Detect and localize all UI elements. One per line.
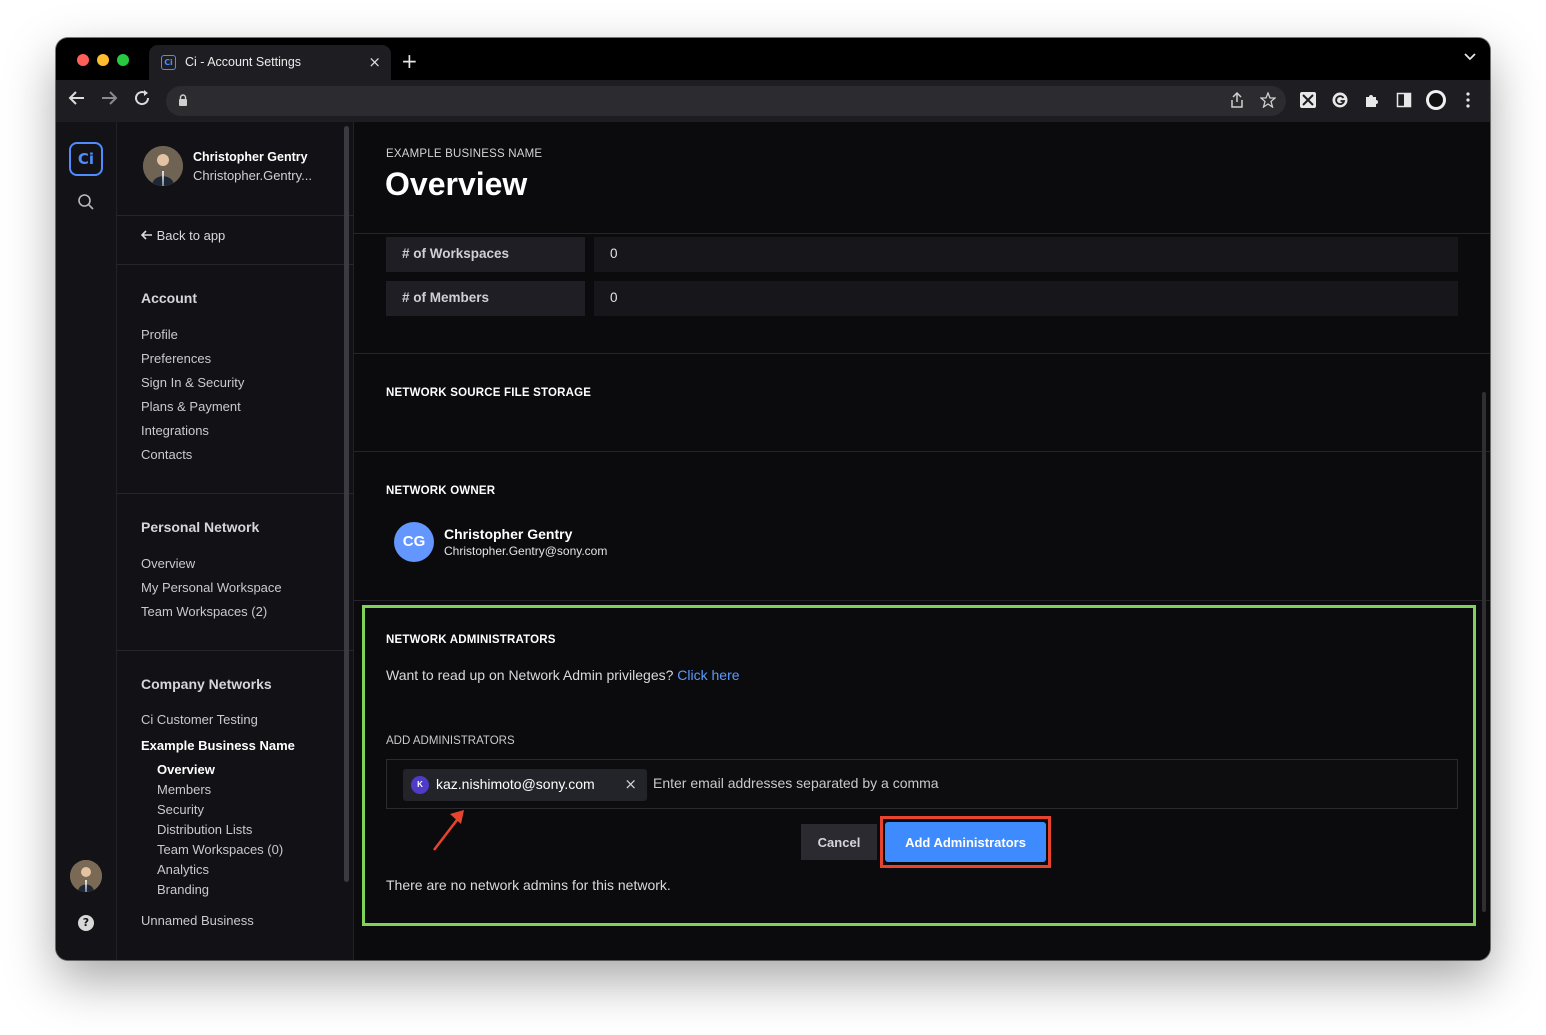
owner-email: Christopher.Gentry@sony.com — [444, 544, 608, 558]
extension-grammarly-icon[interactable] — [1330, 90, 1350, 110]
minimize-window-button[interactable] — [97, 54, 109, 66]
email-input-placeholder[interactable]: Enter email addresses separated by a com… — [653, 775, 939, 791]
search-icon[interactable] — [76, 192, 96, 212]
owner-section-title: NETWORK OWNER — [386, 485, 496, 497]
tab-title: Ci - Account Settings — [185, 55, 302, 69]
stat-label-members: # of Members — [386, 281, 585, 316]
app-content: Ci ? Christopher Gentry Christopher.Gent… — [56, 122, 1490, 960]
lock-icon — [179, 94, 187, 106]
back-arrow-icon[interactable] — [68, 89, 86, 112]
stat-value-members: 0 — [594, 281, 1458, 316]
left-rail: Ci ? — [56, 122, 117, 960]
address-bar[interactable] — [166, 86, 1286, 116]
storage-section-title: NETWORK SOURCE FILE STORAGE — [386, 387, 592, 399]
divider — [354, 233, 1490, 234]
section-title-account: Account — [141, 290, 197, 306]
sidebar-item-profile[interactable]: Profile — [141, 327, 178, 342]
chip-email: kaz.nishimoto@sony.com — [436, 776, 595, 792]
main-panel: EXAMPLE BUSINESS NAME Overview # of Work… — [354, 122, 1490, 960]
share-icon[interactable] — [1230, 91, 1244, 112]
click-here-link[interactable]: Click here — [677, 667, 739, 683]
maximize-window-button[interactable] — [117, 54, 129, 66]
no-admins-text: There are no network admins for this net… — [386, 877, 671, 893]
star-icon[interactable] — [1259, 91, 1277, 112]
sidebar-item-plans-payment[interactable]: Plans & Payment — [141, 399, 241, 414]
owner-name: Christopher Gentry — [444, 526, 573, 542]
stat-label-workspaces: # of Workspaces — [386, 237, 585, 272]
cancel-button[interactable]: Cancel — [801, 824, 877, 860]
sidebar-item-team-workspaces[interactable]: Team Workspaces (2) — [141, 604, 267, 619]
sidebar-subitem-analytics[interactable]: Analytics — [157, 862, 209, 877]
sidebar-item-personal-workspace[interactable]: My Personal Workspace — [141, 580, 282, 595]
sidebar-item-ci-customer-testing[interactable]: Ci Customer Testing — [141, 712, 258, 727]
sidebar-subitem-distribution-lists[interactable]: Distribution Lists — [157, 822, 252, 837]
divider — [354, 600, 1490, 601]
sidebar-item-personal-overview[interactable]: Overview — [141, 556, 195, 571]
sidebar-subitem-branding[interactable]: Branding — [157, 882, 209, 897]
profile-icon[interactable] — [1426, 90, 1446, 110]
admin-help-label: Want to read up on Network Admin privile… — [386, 667, 674, 683]
new-tab-button[interactable]: + — [401, 49, 418, 73]
page-title: Overview — [385, 166, 528, 202]
annotation-arrow-icon — [433, 810, 464, 851]
sidebar-subitem-team-workspaces[interactable]: Team Workspaces (0) — [157, 842, 283, 857]
tab-account-settings[interactable]: Ci Ci - Account Settings × — [149, 45, 391, 80]
tab-strip: Ci Ci - Account Settings × + — [56, 38, 1490, 80]
sidebar-subitem-members[interactable]: Members — [157, 782, 211, 797]
divider — [117, 215, 354, 216]
section-title-company-networks: Company Networks — [141, 676, 272, 692]
browser-window: Ci Ci - Account Settings × + Ci ? Christ… — [56, 38, 1490, 960]
sidebar-item-unnamed-business[interactable]: Unnamed Business — [141, 913, 254, 928]
add-button-highlight: Add Administrators — [880, 816, 1051, 868]
remove-chip-icon[interactable]: × — [624, 775, 637, 793]
divider — [117, 650, 354, 651]
divider — [354, 451, 1490, 452]
admin-help-text: Want to read up on Network Admin privile… — [386, 667, 740, 683]
close-window-button[interactable] — [77, 54, 89, 66]
section-title-personal-network: Personal Network — [141, 519, 260, 535]
divider — [117, 493, 354, 494]
chevron-down-icon[interactable] — [1464, 50, 1476, 65]
sidebar-item-integrations[interactable]: Integrations — [141, 423, 209, 438]
stat-value-workspaces: 0 — [594, 237, 1458, 272]
more-vert-icon[interactable] — [1458, 90, 1478, 110]
divider — [117, 264, 354, 265]
divider — [354, 353, 1490, 354]
close-tab-icon[interactable]: × — [368, 53, 381, 71]
extension-x-icon[interactable] — [1298, 90, 1318, 110]
owner-avatar: CG — [394, 522, 434, 562]
browser-toolbar — [56, 80, 1490, 122]
reload-icon[interactable] — [133, 89, 151, 112]
admins-section-title: NETWORK ADMINISTRATORS — [386, 634, 556, 646]
sidebar-subitem-security[interactable]: Security — [157, 802, 204, 817]
main-scrollbar[interactable] — [1482, 392, 1486, 912]
sidebar-subitem-overview[interactable]: Overview — [157, 762, 215, 777]
settings-sidebar: Christopher Gentry Christopher.Gentry...… — [117, 122, 354, 960]
side-panel-icon[interactable] — [1394, 90, 1414, 110]
user-name: Christopher Gentry — [193, 150, 308, 164]
user-avatar — [143, 146, 183, 186]
sidebar-item-sign-in-security[interactable]: Sign In & Security — [141, 375, 244, 390]
sidebar-item-contacts[interactable]: Contacts — [141, 447, 192, 462]
forward-arrow-icon[interactable] — [100, 89, 118, 112]
add-administrators-label: ADD ADMINISTRATORS — [386, 735, 515, 747]
sidebar-item-example-business[interactable]: Example Business Name — [141, 738, 295, 753]
help-icon[interactable]: ? — [78, 915, 94, 931]
puzzle-icon[interactable] — [1362, 90, 1382, 110]
admin-email-input[interactable]: K kaz.nishimoto@sony.com × Enter email a… — [386, 759, 1458, 809]
back-to-app-link[interactable]: Back to app — [140, 228, 226, 243]
sidebar-item-preferences[interactable]: Preferences — [141, 351, 211, 366]
user-email: Christopher.Gentry... — [193, 168, 312, 183]
chip-avatar: K — [411, 776, 429, 794]
arrow-left-icon — [140, 228, 157, 243]
ci-favicon-icon: Ci — [161, 55, 176, 70]
business-label: EXAMPLE BUSINESS NAME — [386, 148, 543, 160]
sidebar-scrollbar[interactable] — [344, 126, 349, 882]
avatar[interactable] — [70, 860, 102, 892]
email-chip: K kaz.nishimoto@sony.com × — [403, 769, 647, 801]
ci-logo-icon[interactable]: Ci — [69, 142, 103, 176]
add-administrators-button[interactable]: Add Administrators — [885, 822, 1046, 862]
back-to-app-label: Back to app — [156, 228, 226, 243]
